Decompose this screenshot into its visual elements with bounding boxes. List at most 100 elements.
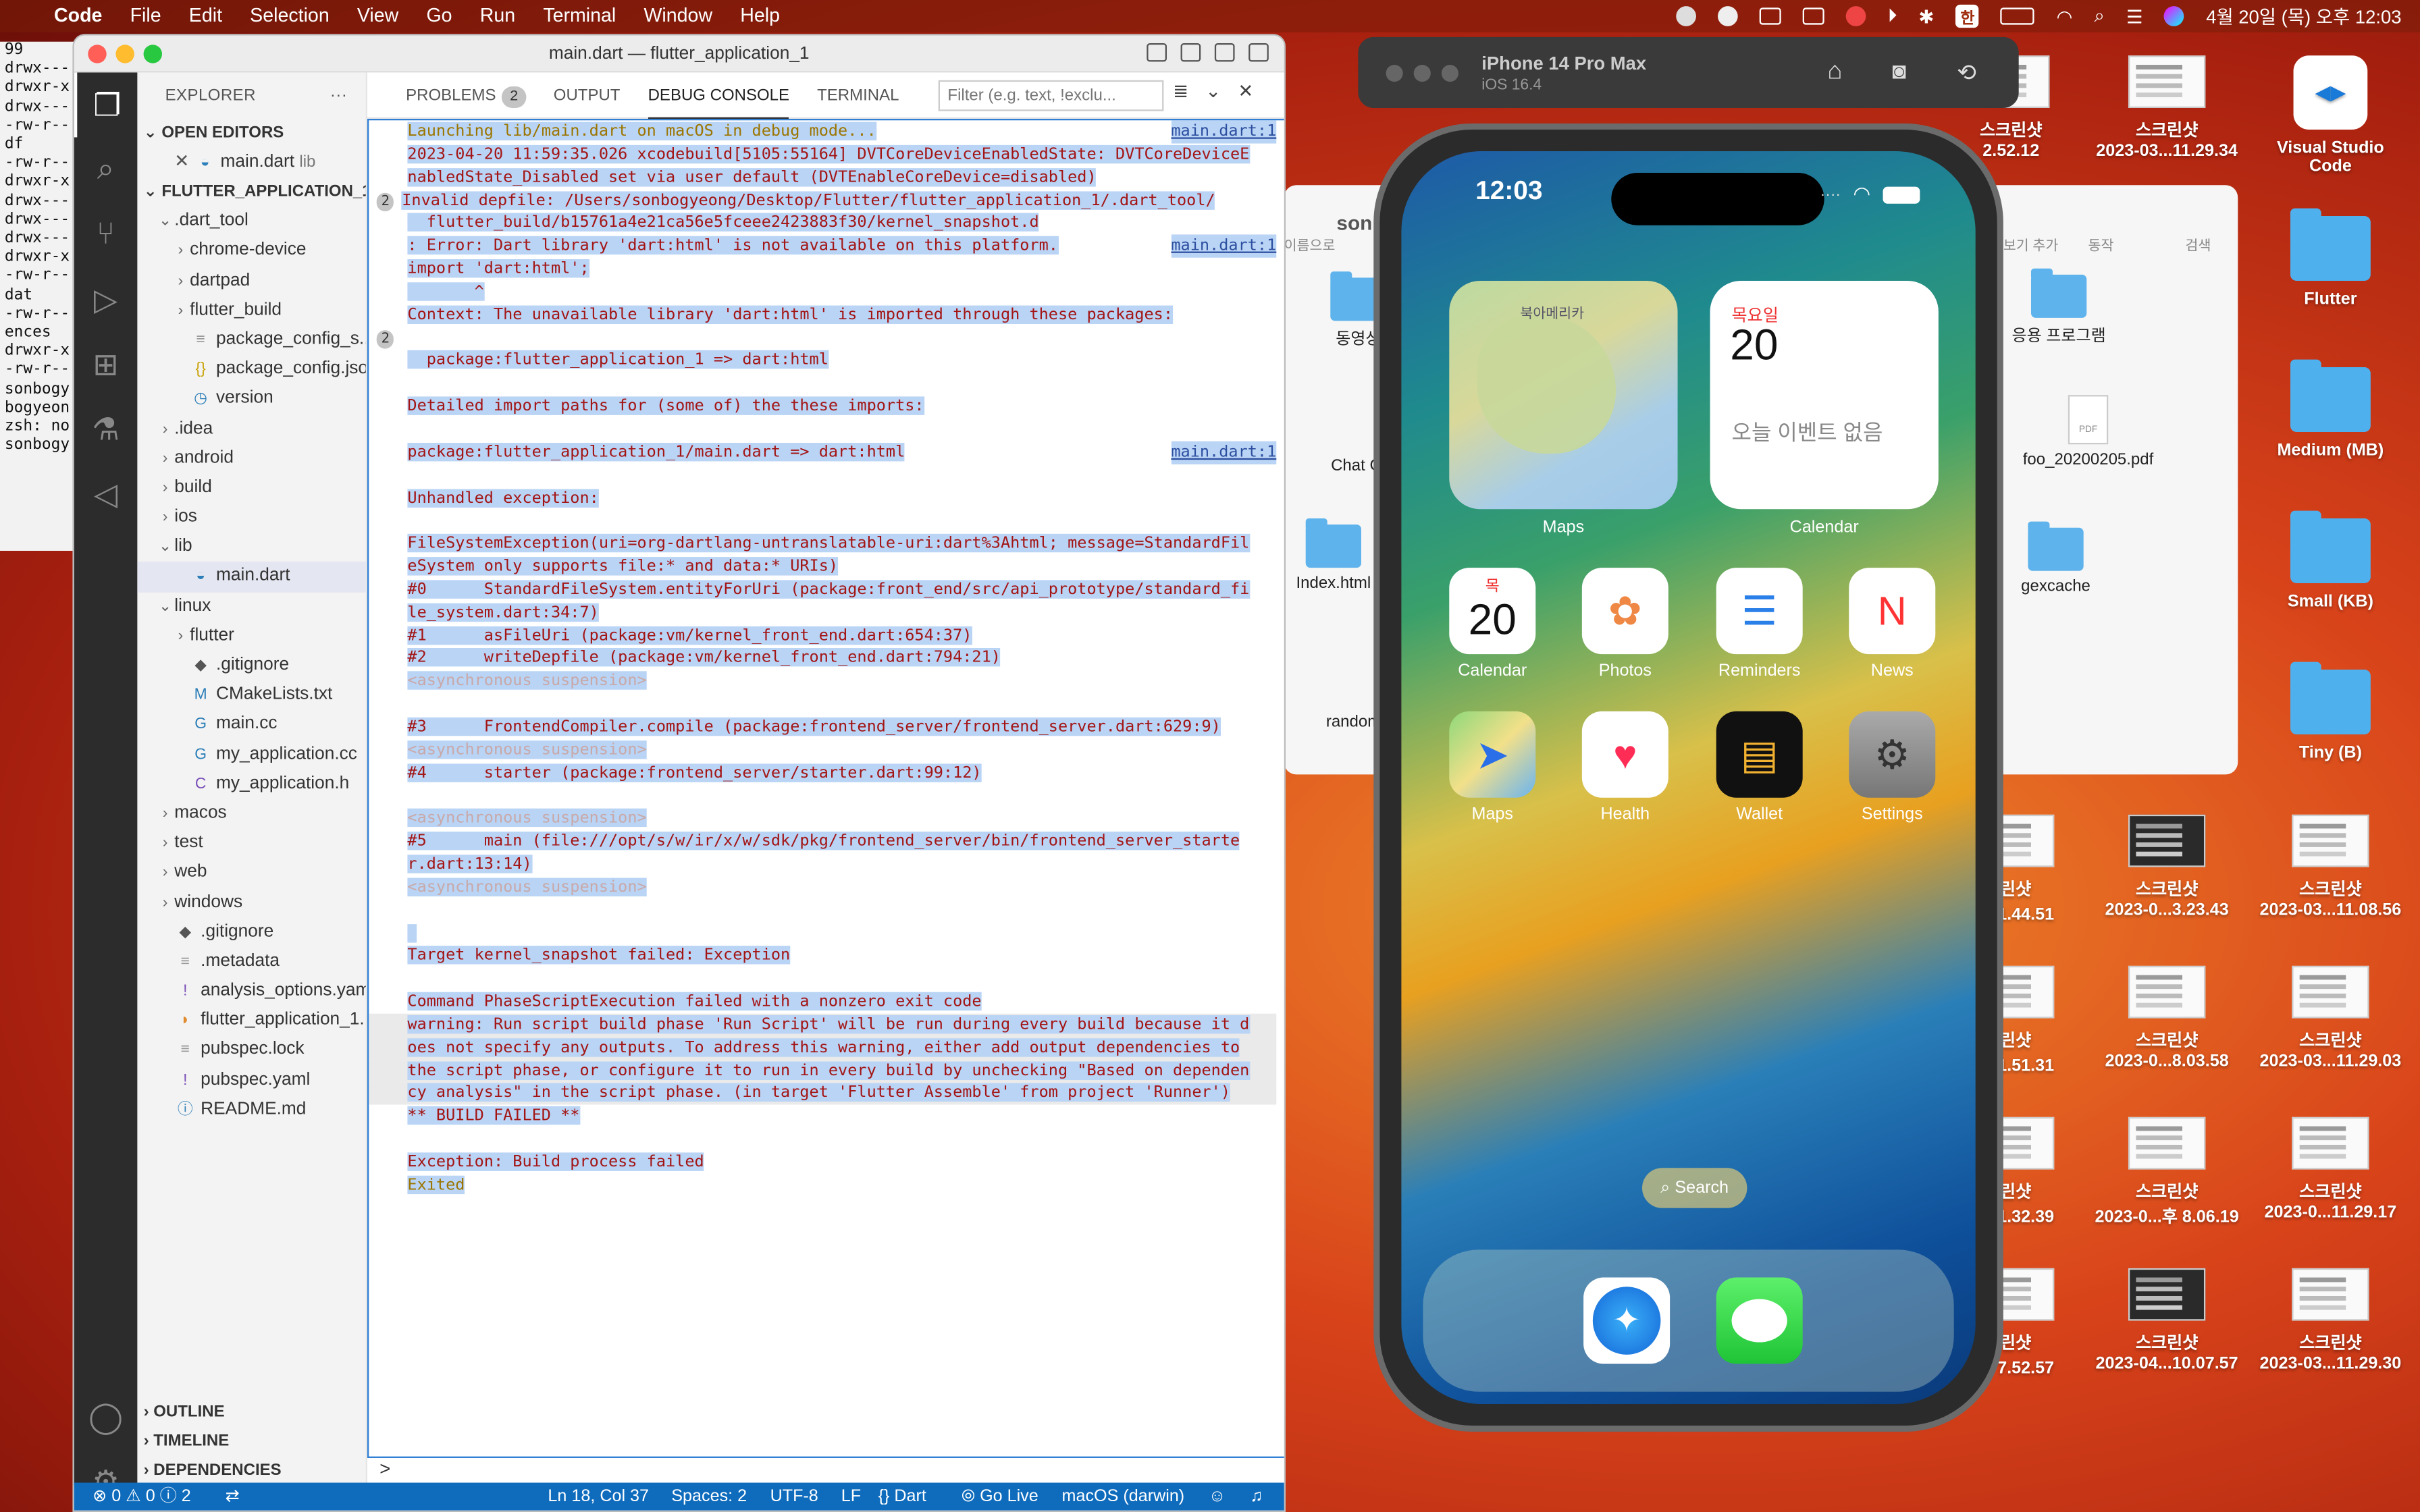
finder-item[interactable]: Index.html (1287, 518, 1379, 593)
cursor-position[interactable]: Ln 18, Col 37 (548, 1483, 649, 1511)
vscode-window[interactable]: main.dart — flutter_application_1 ❐ ⌕ ⑂ … (72, 34, 1286, 1512)
console-line[interactable] (407, 784, 1276, 807)
search-icon[interactable]: ⌕ (74, 137, 138, 202)
screenshot-file[interactable]: 스크린샷 2023-0...후 8.06.19 (2093, 1116, 2240, 1228)
console-line[interactable]: le_system.dart:34:7) (407, 601, 1276, 624)
safari-icon[interactable]: ✦ (1583, 1277, 1671, 1364)
tree-item[interactable]: ◗ flutter_application_1.... (137, 1006, 365, 1036)
display-icon[interactable] (1760, 7, 1782, 25)
home-icon[interactable]: ⌂ (1827, 59, 1842, 86)
messages-icon[interactable] (1716, 1277, 1803, 1364)
terminal-window[interactable]: 99 drwx--- drwxr-x drwx--- -rw-r-- df -rw-r-- d… (0, 41, 74, 551)
tree-item[interactable]: ⓘ README.md (137, 1095, 365, 1125)
tree-item[interactable]: M CMakeLists.txt (137, 680, 365, 710)
tab-terminal[interactable]: TERMINAL (804, 72, 913, 118)
console-line[interactable]: <asynchronous suspension> (407, 738, 1276, 761)
tree-item[interactable]: ≡ package_config_s... (137, 325, 365, 355)
tree-item[interactable]: ◆ .gitignore (137, 917, 365, 947)
folder-flutter[interactable]: Flutter (2257, 208, 2404, 308)
console-line[interactable] (407, 899, 1276, 922)
console-line[interactable]: Unhandled exception: (407, 487, 1276, 510)
window-icon[interactable] (1803, 7, 1825, 25)
console-line[interactable]: Exited (407, 1174, 1276, 1197)
customize-layout-icon[interactable] (1248, 43, 1269, 62)
console-line[interactable]: : Error: Dart library 'dart:html' is not… (407, 234, 1277, 258)
vscode-app-icon[interactable]: ◂▸ Visual Studio Code (2257, 55, 2404, 176)
tree-item[interactable]: ◒ main.dart (137, 562, 366, 592)
close-icon[interactable]: ✕ (174, 153, 194, 171)
console-line[interactable]: Launching lib/main.dart on macOS in debu… (407, 120, 1277, 144)
tree-item[interactable]: › android (137, 444, 365, 474)
account-icon[interactable]: ◯ (74, 1384, 138, 1449)
screenshot-file[interactable]: 스크린샷 2023-03...11.08.56 (2257, 814, 2404, 919)
console-line[interactable]: package:flutter_application_1 => dart:ht… (407, 350, 1276, 373)
menu-item-terminal[interactable]: Terminal (529, 0, 630, 32)
console-line[interactable]: #4 starter (package:frontend_server/star… (407, 761, 1276, 784)
indentation[interactable]: Spaces: 2 (671, 1483, 747, 1511)
console-line[interactable]: warning: Run script build phase 'Run Scr… (369, 1013, 1277, 1037)
tree-item[interactable]: ⌄ .dart_tool (137, 207, 365, 237)
search-icon[interactable]: ⌕ (2094, 5, 2104, 28)
project-section[interactable]: ⌄ FLUTTER_APPLICATION_1 (137, 178, 366, 207)
console-line[interactable]: #2 writeDepfile (package:vm/kernel_front… (407, 647, 1276, 670)
menu-item-file[interactable]: File (116, 0, 175, 32)
tree-item[interactable]: ⌄ linux (137, 592, 365, 622)
tree-item[interactable]: › build (137, 473, 365, 503)
minimize-window-button[interactable] (115, 45, 134, 63)
siri-icon[interactable] (2164, 6, 2185, 26)
tree-item[interactable]: ◷ version (137, 385, 365, 414)
finder-item[interactable]: 응용 프로그램 (1997, 268, 2121, 347)
end-of-line[interactable]: LF (841, 1483, 861, 1511)
console-line[interactable]: eSystem only supports file:* and data:* … (407, 556, 1276, 578)
tree-item[interactable]: ◆ .gitignore (137, 651, 365, 681)
screenshot-file[interactable]: 스크린샷 2023-0...11.29.17 (2257, 1116, 2404, 1222)
screenshot-file[interactable]: 스크린샷 2023-0...8.03.58 (2093, 965, 2240, 1071)
toggle-secondary-sidebar-icon[interactable] (1214, 43, 1235, 62)
home-screen[interactable]: 12:03 ···· ◠ 북아메리카 Maps 목요일 20 오늘 이벤트 없음… (1401, 151, 1976, 1404)
open-editor-item[interactable]: ✕ ◒ main.dart lib (137, 148, 365, 178)
play-icon[interactable]: ⏵ (1888, 5, 1897, 28)
tree-item[interactable]: › test (137, 829, 365, 859)
debug-console-output[interactable]: Launching lib/main.dart on macOS in debu… (367, 118, 1284, 1458)
close-panel-icon[interactable]: ✕ (1238, 80, 1253, 102)
tree-item[interactable]: Gmain.cc (137, 710, 365, 740)
tree-item[interactable]: › dartpad (137, 266, 365, 296)
menu-item-run[interactable]: Run (466, 0, 529, 32)
console-line[interactable]: <asynchronous suspension> (407, 807, 1276, 830)
source-control-icon[interactable]: ⑂ (74, 202, 138, 267)
source-link[interactable]: main.dart:1 (1171, 441, 1277, 464)
source-link[interactable]: main.dart:1 (1171, 234, 1277, 258)
finder-view-add[interactable]: 보기 추가 (2003, 234, 2058, 254)
console-line[interactable]: Target kernel_snapshot failed: Exception (407, 945, 1276, 968)
rotate-icon[interactable]: ⟲ (1957, 59, 1976, 86)
toggle-sidebar-icon[interactable] (1147, 43, 1167, 62)
tree-item[interactable]: Cmy_application.h (137, 770, 365, 799)
testing-icon[interactable]: ⚗ (74, 396, 138, 461)
console-line[interactable]: import 'dart:html'; (407, 258, 1276, 281)
console-line[interactable]: flutter_build/b15761a4e21ca56e5fceee2423… (407, 212, 1276, 235)
tree-item[interactable]: › .idea (137, 414, 365, 444)
language-mode[interactable]: {} Dart (878, 1483, 926, 1511)
tree-item[interactable]: ⌄ lib (137, 533, 365, 562)
console-line[interactable] (407, 922, 1276, 945)
tree-item[interactable]: › windows (137, 888, 365, 917)
tree-item[interactable]: › web (137, 859, 365, 888)
console-prompt[interactable]: > (379, 1458, 390, 1480)
console-line[interactable]: 2023-04-20 11:59:35.026 xcodebuild[5105:… (407, 143, 1276, 166)
app-wallet[interactable]: ▤ Wallet (1716, 711, 1803, 824)
simulator-toolbar[interactable]: iPhone 14 Pro Max iOS 16.4 ⌂ ◙ ⟲ (1358, 36, 2019, 108)
console-line[interactable]: ** BUILD FAILED ** (407, 1105, 1276, 1128)
tab-debug-console[interactable]: DEBUG CONSOLE (634, 72, 804, 118)
section-outline[interactable]: › OUTLINE (137, 1398, 367, 1427)
sync-icon[interactable] (1718, 6, 1739, 26)
console-line[interactable] (407, 372, 1276, 395)
console-line[interactable]: 2 (376, 327, 1276, 350)
app-calendar[interactable]: 목 20 Calendar (1449, 568, 1536, 680)
explorer-more-icon[interactable]: ··· (330, 72, 347, 119)
console-line[interactable]: Exception: Build process failed (407, 1151, 1276, 1174)
tree-item[interactable]: ! pubspec.yaml (137, 1066, 365, 1096)
bluetooth-icon[interactable]: ✱ (1918, 5, 1934, 27)
record-icon[interactable] (1846, 6, 1866, 26)
console-line[interactable]: <asynchronous suspension> (407, 876, 1276, 899)
go-live-button[interactable]: ⦾ Go Live (962, 1483, 1038, 1511)
